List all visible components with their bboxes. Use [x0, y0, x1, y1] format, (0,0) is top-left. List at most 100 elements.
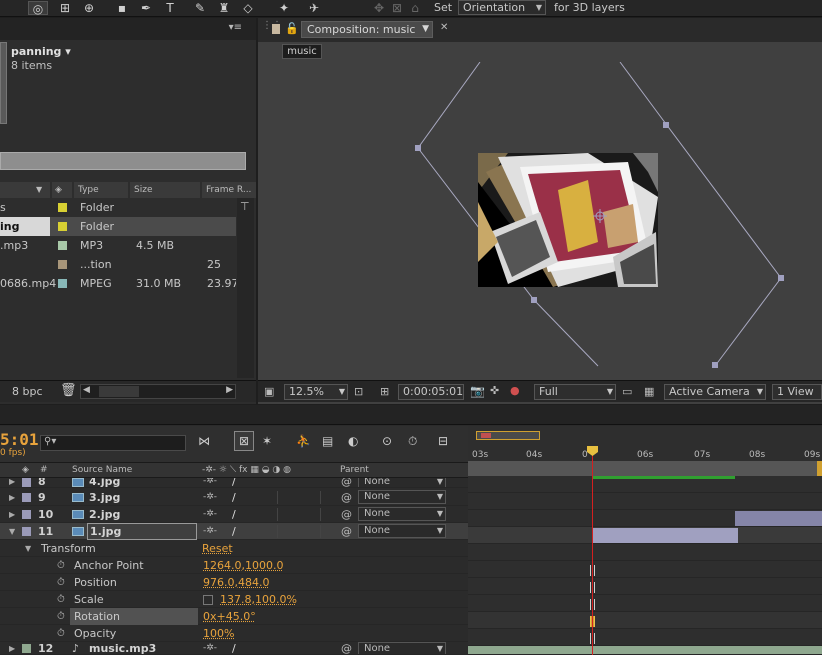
layer-row-selected[interactable]: ▼ 11 1.jpg -✲- / @ None ▼ [0, 523, 468, 540]
quality-switch-icon[interactable]: / [232, 489, 236, 506]
frame-rate-column-header[interactable]: Frame R... [202, 182, 256, 198]
shy-switch-icon[interactable]: -✲- [203, 523, 217, 540]
chevron-down-icon[interactable]: ▼ [422, 22, 429, 37]
property-value[interactable]: 1264.0,1000.0 [203, 557, 283, 574]
tab-composition-music[interactable]: Composition: music ▼ [301, 21, 433, 38]
motion-blur-icon[interactable]: ◐ [348, 434, 358, 448]
composition-viewer[interactable] [258, 62, 822, 380]
parent-header[interactable]: Parent [340, 463, 369, 477]
shy-switch-icon[interactable]: -✲- [203, 478, 217, 487]
scroll-thumb[interactable] [99, 386, 139, 397]
pen-tool-icon[interactable]: ✒ [138, 1, 154, 15]
label-color-swatch[interactable] [58, 203, 67, 212]
flowchart-icon[interactable]: ⊤ [240, 200, 250, 213]
stopwatch-icon[interactable]: ⏱ [57, 574, 65, 591]
quality-switch-icon[interactable]: / [232, 523, 236, 540]
pick-whip-icon[interactable]: @ [341, 642, 352, 654]
stopwatch-icon[interactable]: ⏱ [57, 557, 65, 574]
layer-number-header[interactable]: # [40, 463, 48, 477]
brush-tool-icon[interactable]: ✎ [192, 1, 208, 15]
stopwatch-icon[interactable]: ⏱ [57, 608, 65, 625]
property-row[interactable]: ⏱ Position 976.0,484.0 [0, 574, 468, 591]
time-navigator[interactable] [476, 431, 540, 440]
expand-triangle-icon[interactable]: ▶ [9, 506, 15, 523]
type-column-header[interactable]: Type [74, 182, 128, 198]
project-search-input[interactable] [0, 152, 246, 170]
layer-row[interactable]: ▶ 12 ♪ music.mp3 -✲- / @ None ▼ [0, 642, 468, 655]
property-value[interactable]: 976.0,484.0 [203, 574, 269, 591]
project-horizontal-scrollbar[interactable]: ◀ ▶ [80, 384, 236, 399]
close-tab-icon[interactable]: ✕ [440, 22, 448, 33]
switch-boxes[interactable] [277, 525, 321, 538]
world-axis-icon[interactable]: ⊠ [390, 1, 404, 15]
project-item-row[interactable]: .mp3 MP3 4.5 MB [0, 236, 236, 255]
selected-item-name[interactable]: panning ▾ [11, 45, 71, 58]
layer-duration-bar[interactable] [592, 528, 738, 543]
trash-icon[interactable]: 🗑 [60, 383, 77, 398]
comp-breadcrumb[interactable]: music [282, 44, 322, 59]
roto-brush-tool-icon[interactable]: ✦ [276, 1, 292, 15]
bounding-handle[interactable] [778, 275, 784, 281]
layer-name[interactable]: 2.jpg [89, 506, 120, 523]
pick-whip-icon[interactable]: @ [341, 523, 352, 540]
collapse-triangle-icon[interactable]: ▼ [25, 540, 31, 557]
type-tool-icon[interactable]: T [162, 1, 178, 15]
property-row-selected[interactable]: ⏱ Rotation 0x+45.0° [0, 608, 468, 625]
layer-name[interactable]: 3.jpg [89, 489, 120, 506]
auto-keyframe-icon[interactable]: ⏱ [408, 434, 417, 449]
snapshot-icon[interactable]: 📷 [470, 384, 485, 398]
parent-select[interactable]: None ▼ [358, 642, 446, 654]
collapse-triangle-icon[interactable]: ▼ [9, 523, 15, 540]
layer-name-field[interactable]: 1.jpg [87, 523, 197, 540]
quality-switch-icon[interactable]: / [232, 478, 236, 487]
stopwatch-icon[interactable]: ⏱ [57, 625, 65, 642]
expand-triangle-icon[interactable]: ▶ [9, 478, 15, 487]
parent-select[interactable]: None ▼ [358, 507, 446, 521]
current-time-display[interactable]: 5:01 [0, 430, 39, 449]
live-update-icon[interactable]: ⊠ [234, 431, 254, 451]
layer-track[interactable] [468, 493, 822, 510]
property-value[interactable]: 137.8,100.0% [220, 591, 297, 608]
work-area-end-handle[interactable] [817, 461, 822, 476]
show-snapshot-icon[interactable]: ✜ [490, 384, 499, 397]
switches-header-icons[interactable]: -✲- ☼ ⟍ fx ▦ ◒ ◑ ◍ [202, 463, 291, 477]
puppet-tool-icon[interactable]: ✈ [306, 1, 322, 15]
size-column-header[interactable]: Size [130, 182, 200, 198]
project-scrollbar[interactable]: ⊤ [237, 198, 254, 378]
expand-triangle-icon[interactable]: ▶ [9, 489, 15, 506]
comp-mini-flowchart-icon[interactable]: ⋈ [198, 434, 210, 448]
layer-label-swatch[interactable] [22, 510, 31, 519]
transparency-grid-icon[interactable]: ▦ [644, 385, 654, 398]
magnification-select[interactable]: 12.5% ▼ [284, 384, 348, 400]
brainstorm-icon[interactable]: ⊙ [382, 434, 392, 448]
layer-track[interactable] [468, 527, 822, 544]
name-column-header[interactable]: ▼ [0, 182, 50, 198]
switch-boxes[interactable] [277, 491, 321, 504]
shy-switch-icon[interactable]: -✲- [203, 506, 217, 523]
pick-whip-icon[interactable]: @ [341, 506, 352, 523]
source-name-header[interactable]: Source Name [72, 463, 132, 477]
layer-row[interactable]: ▶ 10 2.jpg -✲- / @ None ▼ [0, 506, 468, 523]
layer-label-swatch[interactable] [22, 644, 31, 653]
current-time-indicator[interactable] [592, 452, 593, 655]
label-color-swatch[interactable] [58, 241, 67, 250]
camera-view-select[interactable]: Active Camera ▼ [664, 384, 766, 400]
time-graph[interactable]: 03s 04s 0 06s 07s 08s 09s [468, 426, 822, 655]
orientation-select[interactable]: Orientation ▼ [458, 0, 546, 15]
layer-track[interactable] [468, 510, 822, 527]
pan-behind-tool-icon[interactable]: ⊞ [56, 1, 74, 15]
stopwatch-icon[interactable]: ⏱ [57, 591, 65, 608]
switch-boxes[interactable] [277, 508, 321, 521]
layer-name[interactable]: music.mp3 [89, 642, 156, 654]
scroll-right-icon[interactable]: ▶ [226, 385, 233, 395]
view-layout-select[interactable]: 1 View [772, 384, 822, 400]
quality-switch-icon[interactable]: / [232, 642, 236, 654]
project-item-row[interactable]: ...tion 25 [0, 255, 236, 274]
property-row[interactable]: ⏱ Anchor Point 1264.0,1000.0 [0, 557, 468, 574]
expand-triangle-icon[interactable]: ▶ [9, 642, 15, 654]
graph-editor-icon[interactable]: ⊟ [438, 434, 448, 448]
label-color-swatch[interactable] [58, 279, 67, 288]
bounding-handle[interactable] [712, 362, 718, 368]
work-area-bar[interactable] [468, 461, 822, 476]
shy-switch-icon[interactable]: -✲- [203, 489, 217, 506]
